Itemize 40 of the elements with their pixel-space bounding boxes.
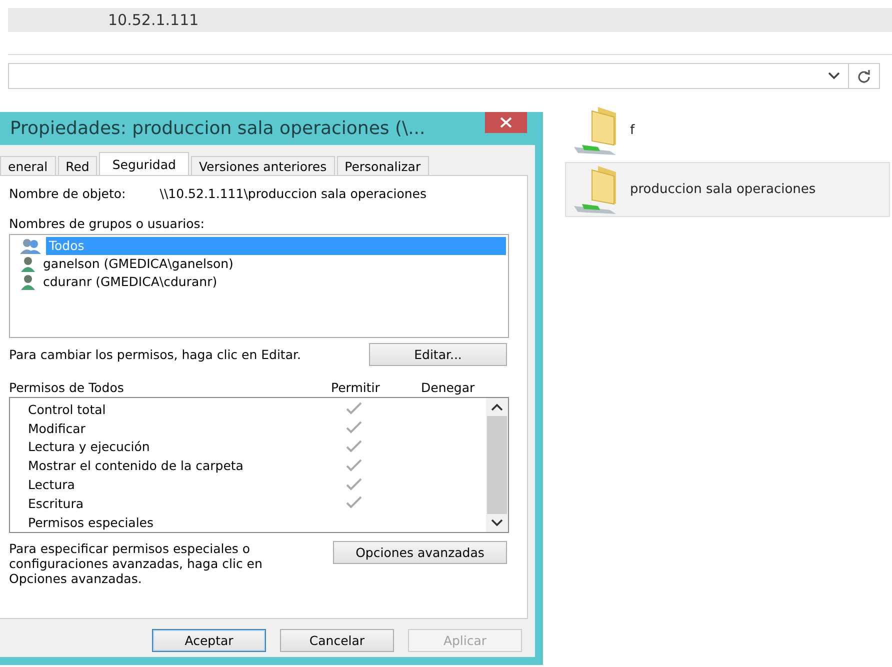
object-path: \\10.52.1.111\produccion sala operaciones bbox=[160, 186, 426, 201]
folder-name: f bbox=[630, 123, 635, 138]
permissions-label: Permisos de Todos bbox=[9, 380, 125, 395]
column-header: Denegar bbox=[421, 380, 476, 395]
user-item[interactable]: ganelson (GMEDICA\ganelson) bbox=[40, 255, 236, 273]
window-title: 10.52.1.111 bbox=[108, 11, 199, 29]
permission-name: Mostrar el contenido de la carpeta bbox=[28, 458, 244, 474]
tab[interactable]: Versiones anteriores bbox=[190, 156, 335, 175]
refresh-icon[interactable] bbox=[857, 69, 871, 83]
folder-name: produccion sala operaciones bbox=[630, 182, 816, 197]
users-group-icon bbox=[20, 238, 42, 254]
permission-name: Permisos especiales bbox=[28, 514, 155, 530]
object-label: Nombre de objeto: bbox=[9, 186, 126, 201]
dialog-button[interactable]: Aceptar bbox=[152, 629, 266, 652]
dialog-title: Propiedades: produccion sala operaciones (\... bbox=[10, 118, 426, 139]
tab[interactable]: Seguridad bbox=[99, 152, 189, 175]
permission-name: Lectura y ejecución bbox=[28, 439, 151, 454]
tab[interactable]: eneral bbox=[0, 156, 56, 175]
permission-name: Modificar bbox=[28, 420, 86, 436]
close-button[interactable] bbox=[485, 112, 527, 133]
folder-item[interactable]: produccion sala operaciones bbox=[565, 162, 890, 217]
close-icon[interactable] bbox=[500, 117, 512, 128]
dialog-button[interactable]: Cancelar bbox=[280, 629, 394, 652]
tab[interactable]: Red bbox=[58, 156, 98, 175]
user-icon bbox=[20, 274, 36, 290]
user-item[interactable]: cduranr (GMEDICA\cduranr) bbox=[40, 273, 220, 291]
edit-hint: Para cambiar los permisos, haga clic en Editar. bbox=[9, 347, 301, 362]
folder-item[interactable]: f bbox=[565, 103, 890, 158]
column-header: Permitir bbox=[331, 380, 381, 395]
permission-name: Escritura bbox=[28, 496, 85, 511]
tab[interactable]: Personalizar bbox=[336, 156, 429, 175]
permission-name: Control total bbox=[28, 402, 107, 417]
advanced-options-button[interactable]: Opciones avanzadas bbox=[333, 541, 507, 564]
users-label: Nombres de grupos o usuarios: bbox=[9, 216, 206, 231]
advanced-hint: Para especificar permisos especiales o configuraciones avanzadas, haga clic en Opciones avanzadas. bbox=[9, 541, 264, 586]
scrollbar-thumb[interactable] bbox=[487, 416, 507, 514]
edit-button[interactable]: Editar... bbox=[369, 343, 507, 366]
dropdown-icon[interactable] bbox=[828, 72, 840, 80]
permission-name: Lectura bbox=[28, 477, 76, 492]
user-icon bbox=[20, 256, 36, 272]
